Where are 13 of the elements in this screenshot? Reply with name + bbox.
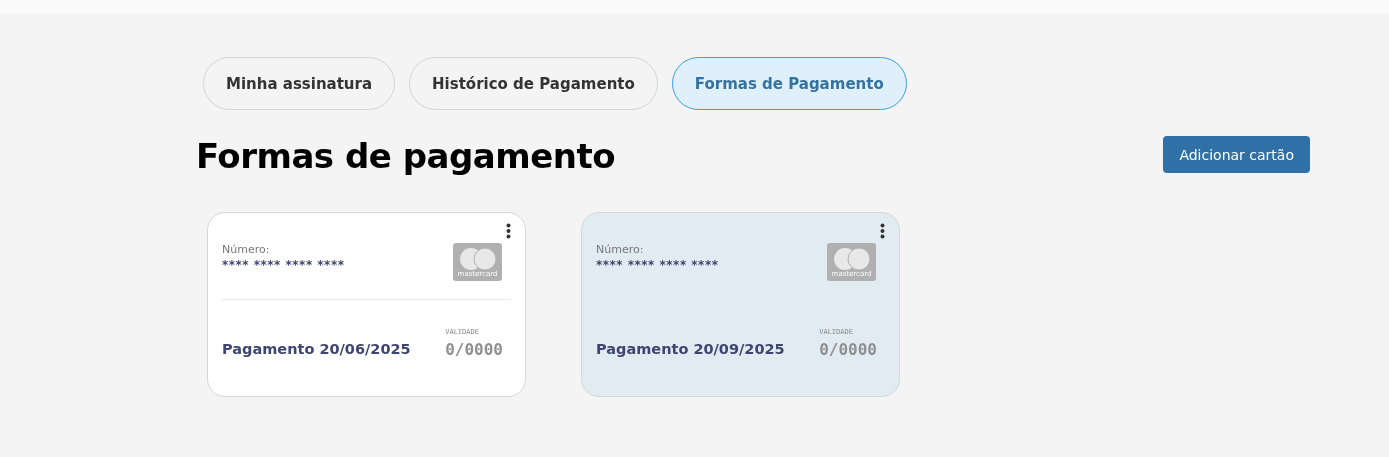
page-title: Formas de pagamento — [196, 136, 616, 176]
payment-date: Pagamento 20/06/2025 — [222, 341, 411, 357]
validity-date: 0/0000 — [819, 340, 877, 359]
add-card-button[interactable]: Adicionar cartão — [1163, 136, 1310, 173]
tab[interactable]: Formas de Pagamento — [671, 57, 907, 110]
number-label: Número: — [222, 243, 271, 256]
validity-date: 0/0000 — [445, 340, 503, 359]
payment-date: Pagamento 20/09/2025 — [596, 341, 785, 357]
card-number: **** **** **** **** — [222, 258, 345, 272]
number-label: Número: — [596, 243, 645, 256]
card-number: **** **** **** **** — [596, 258, 719, 272]
tab[interactable]: Minha assinatura — [203, 57, 396, 110]
tab[interactable]: Histórico de Pagamento — [409, 57, 658, 110]
